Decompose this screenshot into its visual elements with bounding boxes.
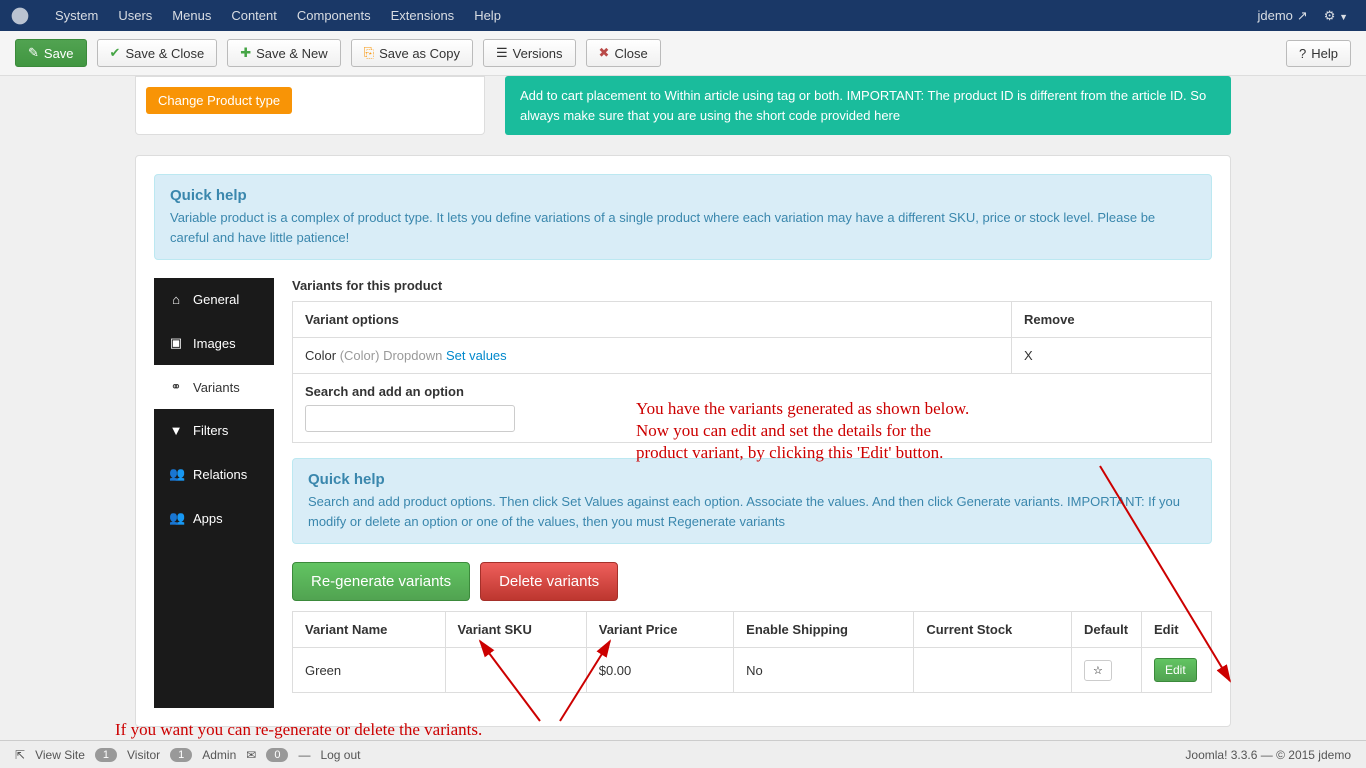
apps-icon: 👥: [169, 510, 183, 526]
admin-count-badge: 1: [170, 748, 192, 762]
info-callout: Add to cart placement to Within article …: [505, 76, 1231, 135]
th-remove: Remove: [1012, 302, 1212, 338]
save-copy-button[interactable]: ⎘ Save as Copy: [351, 39, 473, 67]
th-default: Default: [1072, 612, 1142, 648]
sitemap-icon: ⚭: [169, 379, 183, 395]
th-variant-price: Variant Price: [586, 612, 733, 648]
sidebar-item-relations[interactable]: 👥 Relations: [154, 452, 274, 496]
variant-stock-cell: [914, 648, 1072, 693]
user-name: jdemo: [1257, 8, 1292, 23]
apply-icon: ✎: [28, 45, 39, 61]
stack-icon: ☰: [496, 45, 508, 61]
quick-help-text-2: Search and add product options. Then cli…: [308, 492, 1196, 531]
close-button[interactable]: ✖ Close: [586, 39, 661, 67]
top-navbar: System Users Menus Content Components Ex…: [0, 0, 1366, 31]
th-current-stock: Current Stock: [914, 612, 1072, 648]
user-link[interactable]: jdemo ↗: [1249, 8, 1315, 24]
sidebar-item-filters[interactable]: ▼ Filters: [154, 409, 274, 452]
logout-link[interactable]: Log out: [320, 748, 360, 762]
settings-dropdown[interactable]: ⚙ ▼: [1316, 8, 1356, 24]
sidebar-item-general[interactable]: ⌂ General: [154, 278, 274, 321]
mail-icon: ✉: [246, 748, 256, 762]
image-icon: ▣: [169, 335, 183, 351]
th-variant-sku: Variant SKU: [445, 612, 586, 648]
view-site-link[interactable]: View Site: [35, 748, 85, 762]
remove-option-x[interactable]: X: [1024, 348, 1033, 363]
nav-system[interactable]: System: [45, 8, 108, 23]
th-edit: Edit: [1142, 612, 1212, 648]
joomla-logo-icon: [10, 6, 30, 26]
option-name: Color: [305, 348, 336, 363]
delete-variants-button[interactable]: Delete variants: [480, 562, 618, 601]
nav-extensions[interactable]: Extensions: [381, 8, 465, 23]
search-option-input[interactable]: [305, 405, 515, 432]
filter-icon: ▼: [169, 423, 183, 438]
footer-text: Joomla! 3.3.6 — © 2015 jdemo: [1185, 748, 1351, 762]
visitor-count-badge: 1: [95, 748, 117, 762]
quick-help-box-1: Quick help Variable product is a complex…: [154, 174, 1212, 260]
help-button[interactable]: ? Help: [1286, 40, 1351, 67]
variant-sku-cell: [445, 648, 586, 693]
visitor-label: Visitor: [127, 748, 160, 762]
save-new-button[interactable]: ✚ Save & New: [227, 39, 340, 67]
tab-sidebar: ⌂ General ▣ Images ⚭ Variants ▼ Filters: [154, 278, 274, 708]
variant-name-cell: Green: [293, 648, 446, 693]
plus-icon: ✚: [240, 45, 251, 61]
regenerate-variants-button[interactable]: Re-generate variants: [292, 562, 470, 601]
nav-help[interactable]: Help: [464, 8, 511, 23]
variants-main: Variants for this product Variant option…: [292, 278, 1212, 708]
sidebar-item-variants[interactable]: ⚭ Variants: [154, 365, 274, 409]
save-close-button[interactable]: ✔ Save & Close: [97, 39, 218, 67]
versions-button[interactable]: ☰ Versions: [483, 39, 576, 67]
sidebar-item-images[interactable]: ▣ Images: [154, 321, 274, 365]
quick-help-title: Quick help: [170, 187, 1196, 204]
admin-label: Admin: [202, 748, 236, 762]
nav-users[interactable]: Users: [108, 8, 162, 23]
external-icon: ⇱: [15, 748, 25, 762]
variants-section-title: Variants for this product: [292, 278, 1212, 293]
nav-components[interactable]: Components: [287, 8, 381, 23]
option-row: Color (Color) Dropdown Set values X: [293, 338, 1212, 374]
status-bar: ⇱ View Site 1 Visitor 1 Admin ✉ 0 — Log …: [0, 740, 1366, 768]
th-variant-name: Variant Name: [293, 612, 446, 648]
sidebar-item-apps[interactable]: 👥 Apps: [154, 496, 274, 540]
set-default-button[interactable]: ☆: [1084, 660, 1112, 681]
change-product-type-button[interactable]: Change Product type: [146, 87, 292, 114]
action-toolbar: ✎ Save ✔ Save & Close ✚ Save & New ⎘ Sav…: [0, 31, 1366, 76]
home-icon: ⌂: [169, 292, 183, 307]
message-count-badge: 0: [266, 748, 288, 762]
external-link-icon: ↗: [1297, 8, 1308, 24]
option-type: Dropdown: [383, 348, 442, 363]
variants-list-table: Variant Name Variant SKU Variant Price E…: [292, 611, 1212, 693]
option-subname: (Color): [340, 348, 380, 363]
nav-menus[interactable]: Menus: [162, 8, 221, 23]
nav-content[interactable]: Content: [221, 8, 287, 23]
copy-icon: ⎘: [364, 45, 374, 61]
users-icon: 👥: [169, 466, 183, 482]
th-variant-options: Variant options: [293, 302, 1012, 338]
star-icon: ☆: [1093, 665, 1103, 677]
question-icon: ?: [1299, 46, 1306, 61]
variant-price-cell: $0.00: [586, 648, 733, 693]
quick-help-title-2: Quick help: [308, 471, 1196, 488]
cancel-icon: ✖: [599, 45, 610, 61]
variant-shipping-cell: No: [734, 648, 914, 693]
logout-divider: —: [298, 748, 310, 762]
content-area: Change Product type Add to cart placemen…: [0, 76, 1366, 747]
th-enable-shipping: Enable Shipping: [734, 612, 914, 648]
annotation-text-bottom: If you want you can re-generate or delet…: [115, 719, 482, 741]
gear-icon: ⚙: [1324, 8, 1336, 23]
search-option-label: Search and add an option: [305, 384, 1199, 399]
annotation-text-top: You have the variants generated as shown…: [636, 398, 969, 464]
check-icon: ✔: [110, 45, 121, 61]
quick-help-text: Variable product is a complex of product…: [170, 208, 1196, 247]
save-button[interactable]: ✎ Save: [15, 39, 87, 67]
variant-row: Green $0.00 No ☆ Edit: [293, 648, 1212, 693]
caret-down-icon: ▼: [1339, 12, 1348, 22]
edit-variant-button[interactable]: Edit: [1154, 658, 1197, 682]
quick-help-box-2: Quick help Search and add product option…: [292, 458, 1212, 544]
set-values-link[interactable]: Set values: [446, 348, 507, 363]
